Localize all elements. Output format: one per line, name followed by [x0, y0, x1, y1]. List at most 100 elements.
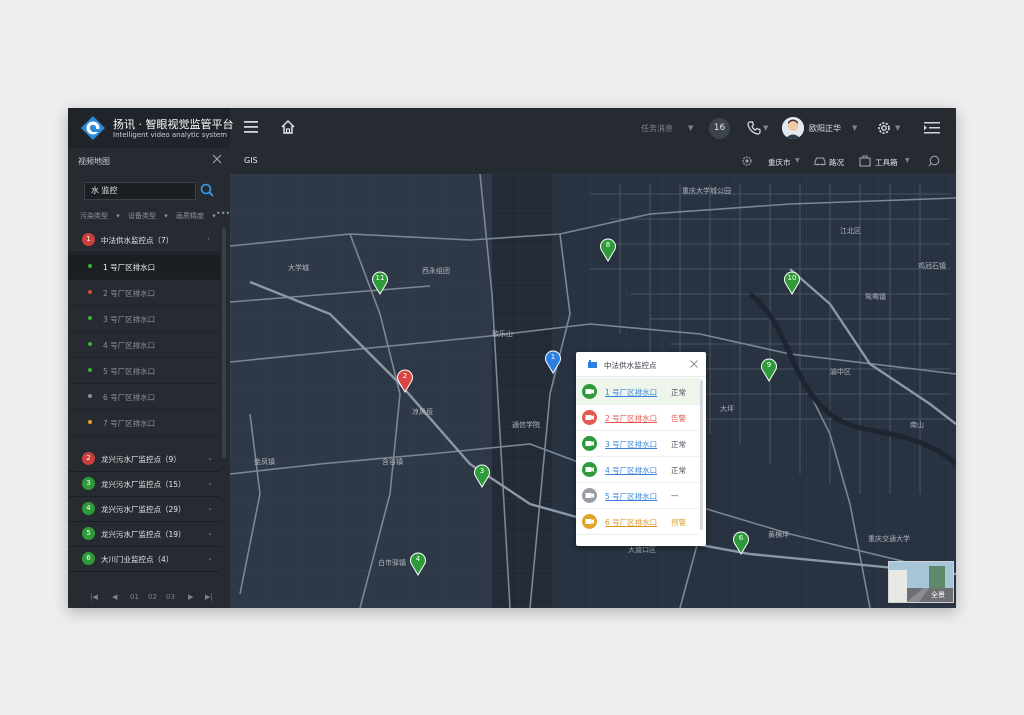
map-place-label: 南山 — [910, 421, 924, 429]
list-item[interactable]: 3 号厂区排水口 — [68, 306, 220, 332]
tab-gis[interactable]: GIS — [244, 156, 258, 165]
building-icon — [588, 360, 597, 368]
popup-row[interactable]: 1 号厂区排水口 正常 — [576, 378, 700, 405]
search-input[interactable]: 水 监控 — [84, 182, 196, 200]
chevron-down-icon[interactable]: ▼ — [688, 124, 693, 132]
status-text: 正常 — [671, 466, 686, 475]
chevron-down-icon[interactable]: ⌄ — [207, 504, 213, 512]
chevron-down-icon[interactable]: ▼ — [795, 157, 800, 164]
map-marker-pin[interactable]: 2 — [396, 369, 414, 393]
chevron-down-icon[interactable]: ▼ — [763, 124, 768, 132]
street-view-thumbnail[interactable]: 全景 — [888, 561, 954, 603]
outlet-link[interactable]: 2 号厂区排水口 — [605, 413, 657, 424]
map-marker-pin[interactable]: 6 — [732, 531, 750, 555]
top-bar: 扬讯 · 智眼视觉监管平台 Intelligent video analytic… — [68, 108, 956, 148]
page-1[interactable]: 01 — [130, 593, 139, 601]
list-item[interactable]: 6 号厂区排水口 — [68, 384, 220, 410]
task-messages-label[interactable]: 任务消息 — [641, 123, 673, 134]
outlet-link[interactable]: 3 号厂区排水口 — [605, 439, 657, 450]
popup-row[interactable]: 6 号厂区排水口 预警 — [576, 508, 700, 535]
chevron-down-icon[interactable]: ▼ — [905, 157, 910, 164]
map-place-label: 通信学院 — [512, 421, 540, 429]
list-menu-icon[interactable] — [924, 121, 940, 135]
traffic-button[interactable]: 路况 — [829, 157, 844, 168]
list-item[interactable]: 7 号厂区排水口 — [68, 410, 220, 436]
chevron-down-icon[interactable]: ⌄ — [207, 554, 213, 562]
chevron-down-icon[interactable]: ⌄ — [207, 479, 213, 487]
hamburger-menu-icon[interactable] — [244, 121, 258, 133]
more-options-icon[interactable]: ••• — [216, 209, 230, 218]
search-icon[interactable] — [200, 183, 214, 197]
chevron-down-icon[interactable]: ▼ — [895, 124, 900, 132]
map-canvas[interactable]: 重庆大学城公园 大学城 西永组团 江北区 鸡冠石镇 渝中区 大坪 通信学院 含谷镇 金凤镇 白市驿镇… — [230, 174, 956, 608]
close-icon[interactable] — [212, 154, 222, 164]
group-item[interactable]: 6 大川门业监控点（4） ⌄ — [68, 547, 220, 572]
popup-row[interactable]: 3 号厂区排水口 正常 — [576, 430, 700, 457]
city-selector[interactable]: 重庆市 — [768, 157, 791, 168]
chevron-down-icon[interactable]: ⌄ — [207, 529, 213, 537]
first-page-icon[interactable]: |◀ — [90, 593, 98, 601]
chevron-down-icon[interactable]: ⌄ — [207, 454, 213, 462]
filter-image-quality[interactable]: 画质精度 ▾ — [176, 212, 216, 220]
next-page-icon[interactable]: ▶ — [188, 593, 193, 601]
map-marker-pin[interactable]: 10 — [783, 271, 801, 295]
page-2[interactable]: 02 — [148, 593, 157, 601]
prev-page-icon[interactable]: ◀ — [112, 593, 117, 601]
group-item[interactable]: 5 龙兴污水厂监控点（19） ⌄ — [68, 522, 220, 547]
gear-icon[interactable] — [741, 155, 753, 167]
sidebar-scrollbar[interactable] — [222, 228, 226, 458]
map-marker-pin[interactable]: 8 — [599, 238, 617, 262]
camera-icon — [582, 514, 597, 529]
popup-row[interactable]: 5 号厂区排水口 — — [576, 482, 700, 509]
outlet-link[interactable]: 4 号厂区排水口 — [605, 465, 657, 476]
popup-row[interactable]: 4 号厂区排水口 正常 — [576, 456, 700, 483]
map-marker-pin[interactable]: 9 — [760, 358, 778, 382]
chevron-right-icon[interactable]: › — [207, 235, 210, 243]
outlet-link[interactable]: 6 号厂区排水口 — [605, 517, 657, 528]
home-icon[interactable] — [280, 119, 296, 135]
filter-device-type[interactable]: 设备类型 ▾ — [128, 212, 168, 220]
map-place-label: 重庆大学城公园 — [682, 187, 731, 195]
list-item[interactable]: 4 号厂区排水口 — [68, 332, 220, 358]
popup-title: 中法供水监控点 — [604, 361, 657, 370]
phone-icon[interactable] — [747, 121, 761, 135]
map-marker-pin[interactable]: 3 — [473, 464, 491, 488]
list-item[interactable]: 5 号厂区排水口 — [68, 358, 220, 384]
avatar[interactable] — [782, 117, 804, 139]
status-dot — [88, 290, 92, 294]
filter-pollution-type[interactable]: 污染类型 ▾ — [80, 212, 120, 220]
list-item[interactable]: 1 号厂区排水口 — [68, 254, 220, 280]
list-item[interactable]: 2 号厂区排水口 — [68, 280, 220, 306]
group-item[interactable]: 1 中法供水监控点（7） › — [68, 228, 220, 253]
page-3[interactable]: 03 — [166, 593, 175, 601]
panel-title: 视频地图 — [78, 157, 110, 166]
last-page-icon[interactable]: ▶| — [205, 593, 213, 601]
status-dot — [88, 368, 92, 372]
toolbox-button[interactable]: 工具箱 — [875, 157, 898, 168]
map-marker-pin[interactable]: 1 — [544, 350, 562, 374]
group-item[interactable]: 3 龙兴污水厂监控点（15） ⌄ — [68, 472, 220, 497]
popup-row[interactable]: 2 号厂区排水口 告警 — [576, 404, 700, 431]
map-marker-pin[interactable]: 4 — [409, 552, 427, 576]
outlet-link[interactable]: 5 号厂区排水口 — [605, 491, 657, 502]
user-name[interactable]: 欧阳正华 — [809, 123, 841, 134]
group-item[interactable]: 4 龙兴污水厂监控点（29） ⌄ — [68, 497, 220, 522]
chevron-down-icon[interactable]: ▼ — [852, 124, 857, 132]
outlet-link[interactable]: 1 号厂区排水口 — [605, 387, 657, 398]
settings-gear-icon[interactable] — [876, 120, 892, 136]
search-value[interactable]: 水 监控 — [91, 185, 118, 196]
map-marker-pin[interactable]: 11 — [371, 271, 389, 295]
car-icon[interactable] — [814, 156, 826, 166]
group-label: 龙兴污水厂监控点（15） — [101, 480, 186, 489]
close-icon[interactable] — [690, 360, 698, 368]
status-dot — [88, 342, 92, 346]
status-dot — [88, 316, 92, 320]
chat-icon[interactable] — [928, 155, 940, 167]
pin-number: 1 — [550, 353, 556, 361]
toolbox-icon[interactable] — [859, 155, 871, 167]
popup-scrollbar[interactable] — [700, 380, 703, 530]
message-count-badge[interactable]: 16 — [709, 118, 730, 139]
group-item[interactable]: 2 龙兴污水厂监控点（9） ⌄ — [68, 447, 220, 472]
map-place-label: 黄桷坪 — [768, 531, 789, 539]
camera-icon — [582, 462, 597, 477]
